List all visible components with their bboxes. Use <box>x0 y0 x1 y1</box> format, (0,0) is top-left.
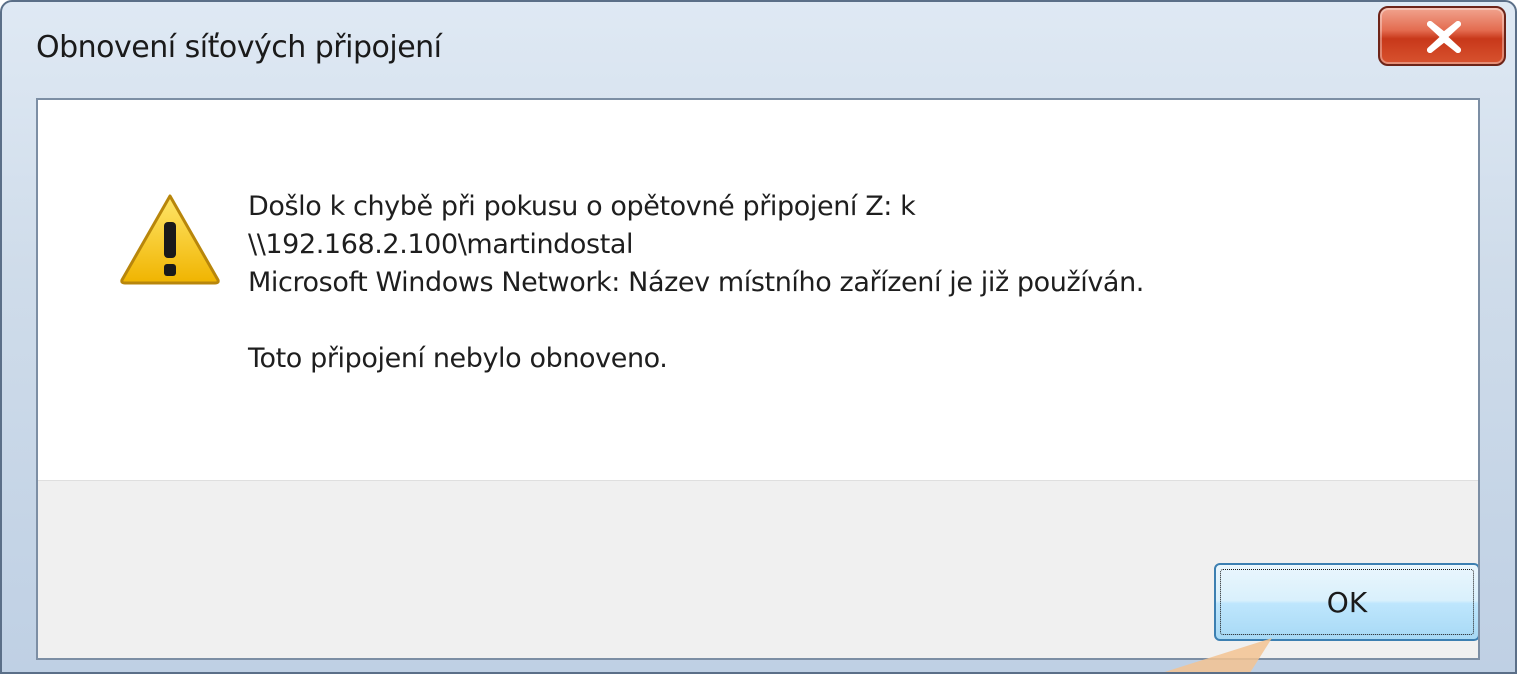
message-line-3: Microsoft Windows Network: Název místníh… <box>248 267 1144 298</box>
title-bar[interactable]: Obnovení síťových připojení <box>2 2 1515 98</box>
button-bar: OK <box>38 480 1478 658</box>
message-line-2: \\192.168.2.100\martindostal <box>248 229 634 260</box>
message-spacer <box>248 302 1144 340</box>
window-title: Obnovení síťových připojení <box>36 30 442 65</box>
dialog-body: Došlo k chybě při pokusu o opětovné přip… <box>36 98 1480 660</box>
message-line-4: Toto připojení nebylo obnoveno. <box>248 343 668 374</box>
ok-button[interactable]: OK <box>1214 563 1478 641</box>
close-button[interactable] <box>1378 6 1506 66</box>
pointer-artifact <box>1164 638 1272 672</box>
dialog-window: Obnovení síťových připojení Došlo k chyb… <box>0 0 1517 674</box>
close-icon <box>1427 21 1461 53</box>
message-line-1: Došlo k chybě při pokusu o opětovné přip… <box>248 191 916 222</box>
ok-button-label: OK <box>1326 585 1368 619</box>
message-area: Došlo k chybě při pokusu o opětovné přip… <box>38 100 1478 480</box>
error-message: Došlo k chybě při pokusu o opětovné přip… <box>248 188 1144 378</box>
warning-icon <box>120 194 220 285</box>
